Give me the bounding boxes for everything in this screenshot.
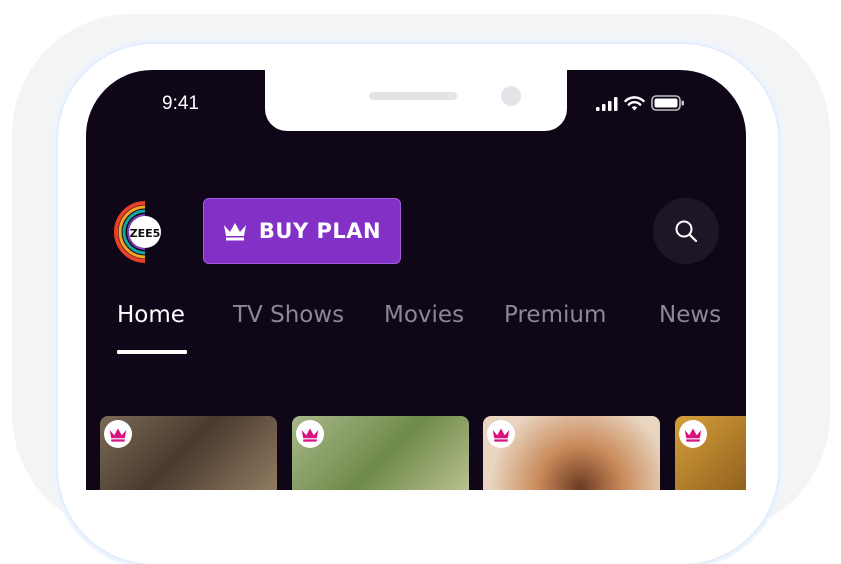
content-card[interactable] <box>100 416 277 490</box>
search-button[interactable] <box>653 198 719 264</box>
premium-badge <box>104 420 132 448</box>
nav-tabs: Home TV Shows Movies Premium News <box>86 302 746 342</box>
wifi-icon <box>624 96 645 111</box>
content-card[interactable] <box>292 416 469 490</box>
crown-icon <box>492 428 510 442</box>
buy-plan-button[interactable]: BUY PLAN <box>203 198 401 264</box>
content-card[interactable] <box>483 416 660 490</box>
premium-badge <box>487 420 515 448</box>
speaker-grille <box>369 92 457 100</box>
battery-icon <box>651 95 684 111</box>
crown-icon <box>684 428 702 442</box>
tab-home[interactable]: Home <box>117 302 185 328</box>
crown-icon <box>109 428 127 442</box>
tab-movies[interactable]: Movies <box>384 302 464 328</box>
active-tab-indicator <box>117 350 187 354</box>
signal-icon <box>596 97 618 111</box>
svg-text:ZEE5: ZEE5 <box>130 227 161 240</box>
zee5-logo[interactable]: ZEE5 <box>112 201 176 263</box>
status-icons <box>596 95 685 111</box>
crown-icon <box>223 223 246 241</box>
search-icon <box>675 220 698 243</box>
tab-tv-shows[interactable]: TV Shows <box>233 302 344 328</box>
crown-icon <box>301 428 319 442</box>
front-camera <box>501 86 521 106</box>
phone-notch <box>265 70 567 131</box>
buy-plan-label: BUY PLAN <box>258 219 382 243</box>
tab-news[interactable]: News <box>659 302 721 328</box>
status-time: 9:41 <box>162 93 199 114</box>
tab-premium[interactable]: Premium <box>504 302 606 328</box>
content-card[interactable] <box>675 416 746 490</box>
premium-badge <box>679 420 707 448</box>
phone-screen: 9:41 ZEE5 BUY PLAN Home TV Shows Movies … <box>86 70 746 490</box>
premium-badge <box>296 420 324 448</box>
